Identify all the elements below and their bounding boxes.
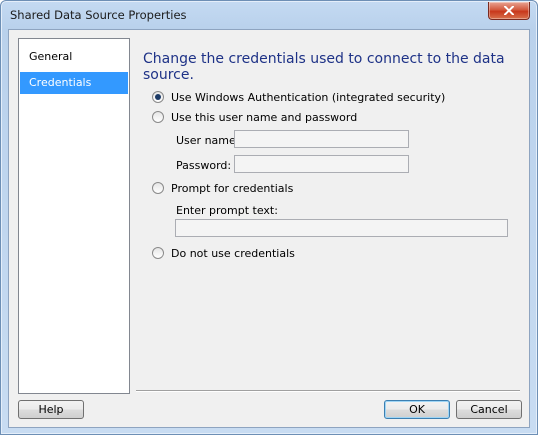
radio-no-credentials-label: Do not use credentials bbox=[171, 246, 295, 260]
radio-no-credentials[interactable]: Do not use credentials bbox=[152, 245, 295, 261]
window-title: Shared Data Source Properties bbox=[10, 8, 187, 22]
page-list: General Credentials bbox=[18, 38, 130, 394]
dialog-window: Shared Data Source Properties General Cr… bbox=[0, 0, 538, 435]
radio-button-checked[interactable] bbox=[152, 91, 164, 103]
username-label: User name: bbox=[176, 134, 240, 147]
title-bar[interactable]: Shared Data Source Properties bbox=[1, 1, 537, 29]
radio-windows-auth-label: Use Windows Authentication (integrated s… bbox=[171, 90, 446, 104]
radio-button[interactable] bbox=[152, 111, 164, 123]
username-input[interactable] bbox=[234, 130, 409, 148]
password-input[interactable] bbox=[234, 155, 409, 173]
radio-button[interactable] bbox=[152, 182, 164, 194]
close-icon bbox=[504, 6, 514, 15]
radio-user-password-label: Use this user name and password bbox=[171, 110, 358, 124]
radio-button[interactable] bbox=[152, 247, 164, 259]
page-heading: Change the credentials used to connect t… bbox=[143, 51, 505, 83]
prompt-text-label: Enter prompt text: bbox=[176, 204, 278, 217]
ok-button[interactable]: OK bbox=[384, 400, 450, 419]
dialog-body: General Credentials Change the credentia… bbox=[8, 29, 530, 428]
radio-prompt-label: Prompt for credentials bbox=[171, 181, 294, 195]
footer-separator bbox=[136, 390, 520, 391]
nav-item-general[interactable]: General bbox=[20, 46, 128, 68]
radio-user-password[interactable]: Use this user name and password bbox=[152, 109, 357, 125]
close-button[interactable] bbox=[488, 2, 530, 20]
prompt-text-input[interactable] bbox=[175, 219, 508, 237]
radio-prompt[interactable]: Prompt for credentials bbox=[152, 180, 293, 196]
radio-windows-auth[interactable]: Use Windows Authentication (integrated s… bbox=[152, 89, 445, 105]
password-label: Password: bbox=[176, 159, 232, 172]
cancel-button[interactable]: Cancel bbox=[456, 400, 522, 419]
help-button[interactable]: Help bbox=[18, 400, 84, 419]
nav-item-credentials[interactable]: Credentials bbox=[20, 72, 128, 94]
